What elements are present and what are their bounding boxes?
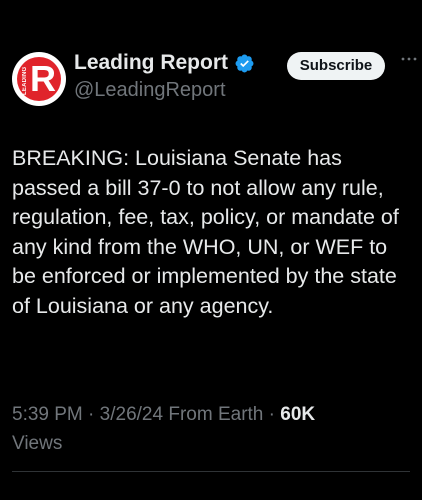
post-time[interactable]: 5:39 PM xyxy=(12,404,83,425)
post-date[interactable]: 3/26/24 xyxy=(100,404,163,425)
display-name-row: Leading Report xyxy=(74,50,255,76)
author-display-name[interactable]: Leading Report xyxy=(74,50,228,76)
verified-badge-icon[interactable] xyxy=(234,53,255,74)
post-meta: 5:39 PM · 3/26/24 From Earth · 60K Views xyxy=(12,400,412,458)
author-handle[interactable]: @LeadingReport xyxy=(74,78,255,102)
post-card: LEADING R Leading Report @LeadingReport … xyxy=(0,0,422,500)
ellipsis-icon[interactable] xyxy=(397,52,421,72)
post-source: From Earth xyxy=(168,404,264,425)
more-dots-icon xyxy=(401,57,417,61)
views-label: Views xyxy=(12,433,63,454)
views-count[interactable]: 60K xyxy=(280,404,315,425)
divider xyxy=(12,471,410,472)
avatar-logo-letter: R xyxy=(30,58,56,99)
avatar[interactable]: LEADING R xyxy=(12,52,66,106)
subscribe-button[interactable]: Subscribe xyxy=(287,52,385,80)
post-text: BREAKING: Louisiana Senate has passed a … xyxy=(12,146,399,318)
avatar-logo: LEADING R xyxy=(17,57,61,101)
meta-separator-2: · xyxy=(268,404,275,425)
post-header: LEADING R Leading Report @LeadingReport … xyxy=(12,48,417,106)
author-names: Leading Report @LeadingReport xyxy=(74,50,255,102)
meta-separator: · xyxy=(88,404,95,425)
